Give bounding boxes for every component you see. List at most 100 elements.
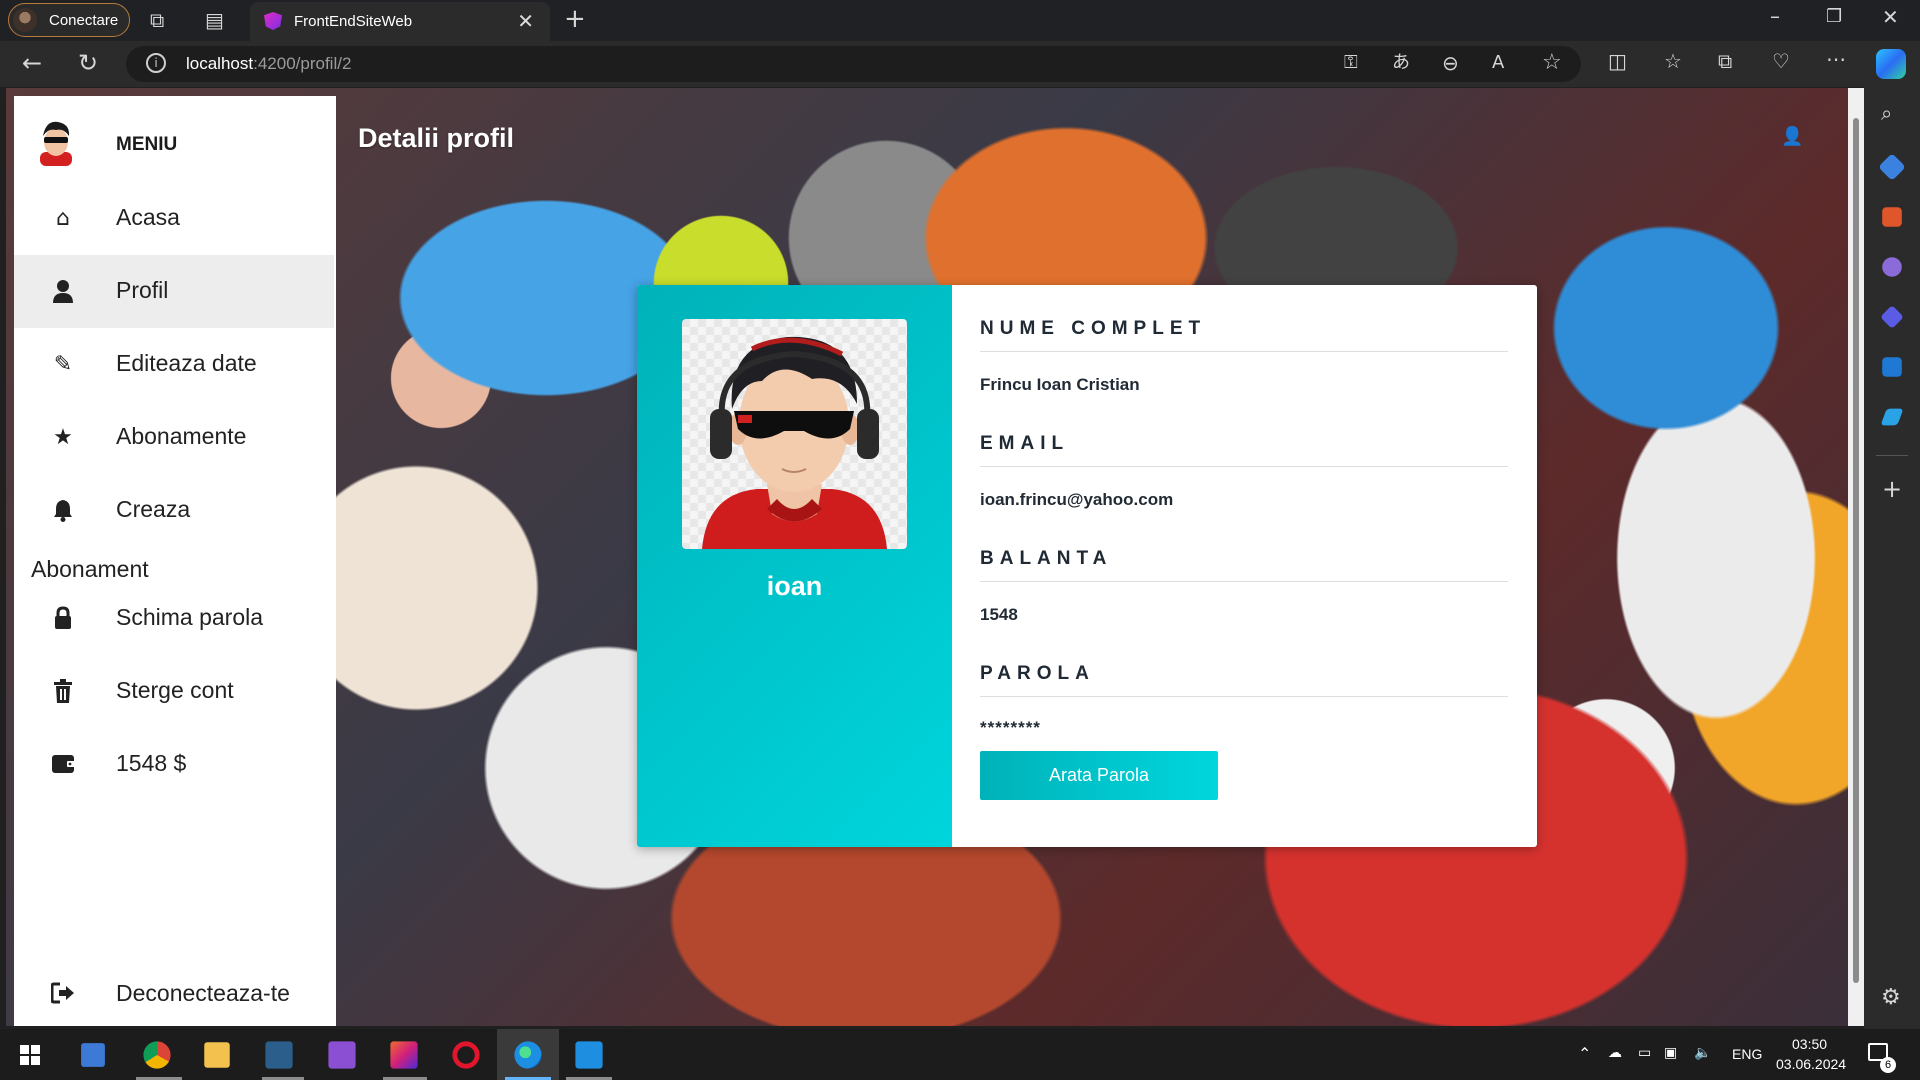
sidebar-item-abonamente[interactable]: ★ Abonamente bbox=[14, 401, 336, 474]
translate-icon[interactable]: あ bbox=[1392, 54, 1410, 72]
notifications-count-badge: 6 bbox=[1880, 1057, 1896, 1073]
split-screen-icon[interactable]: ◫ bbox=[1608, 51, 1627, 71]
logout-icon bbox=[50, 982, 76, 1008]
sidebar-item-sterge-cont[interactable]: Sterge cont bbox=[14, 655, 336, 728]
back-icon[interactable]: ← bbox=[22, 51, 42, 75]
pencil-icon: ✎ bbox=[53, 352, 73, 377]
windows-start-icon[interactable] bbox=[20, 1045, 40, 1065]
field-value-nume: Frincu Ioan Cristian bbox=[980, 375, 1140, 394]
url-text: localhost:4200/profil/2 bbox=[186, 54, 352, 73]
browser-essentials-icon[interactable]: ♡ bbox=[1772, 51, 1790, 71]
tray-battery-icon[interactable]: ▭ bbox=[1638, 1044, 1651, 1061]
user-icon bbox=[50, 279, 76, 305]
read-aloud-icon[interactable]: A bbox=[1492, 54, 1504, 72]
sidebar-item-profil[interactable]: Profil bbox=[14, 255, 334, 328]
taskbar-mysql-workbench-icon[interactable] bbox=[265, 1041, 293, 1069]
profile-avatar bbox=[13, 8, 37, 32]
outlook-icon[interactable] bbox=[1882, 357, 1902, 377]
scrollbar-thumb[interactable] bbox=[1853, 118, 1859, 983]
sidebar-item-label: Sterge cont bbox=[116, 677, 234, 703]
zoom-out-icon[interactable]: ⊖ bbox=[1442, 53, 1459, 73]
sidebar-item-deconecteaza[interactable]: Deconecteaza-te bbox=[14, 958, 336, 1026]
tray-time[interactable]: 03:50 bbox=[1792, 1036, 1827, 1052]
tools-icon[interactable] bbox=[1882, 207, 1902, 227]
microsoft365-icon[interactable] bbox=[1880, 305, 1904, 329]
reload-icon[interactable]: ↻ bbox=[78, 51, 98, 75]
send-icon[interactable] bbox=[1880, 408, 1904, 426]
restore-icon[interactable]: ❐ bbox=[1826, 8, 1842, 26]
browser-tab-bar: Conectare ⧉ ▤ FrontEndSiteWeb ✕ + – ❐ ✕ bbox=[0, 0, 1920, 41]
sidebar-item-label-wrap: Abonament bbox=[31, 556, 149, 582]
field-divider bbox=[980, 351, 1508, 352]
sidebar-item-label: Deconecteaza-te bbox=[116, 980, 290, 1006]
close-window-icon[interactable]: ✕ bbox=[1882, 7, 1899, 27]
site-info-icon[interactable]: i bbox=[146, 53, 166, 73]
close-tab-icon[interactable]: ✕ bbox=[517, 9, 534, 33]
taskbar-intellij-icon[interactable] bbox=[390, 1041, 418, 1069]
tray-language[interactable]: ENG bbox=[1732, 1046, 1762, 1062]
key-icon[interactable]: ⚿ bbox=[1344, 54, 1358, 72]
angular-logo-icon bbox=[264, 12, 282, 30]
sidebar-item-acasa[interactable]: ⌂ Acasa bbox=[14, 182, 336, 255]
lock-icon bbox=[50, 606, 76, 632]
sidebar-item-editeaza-date[interactable]: ✎ Editeaza date bbox=[14, 328, 336, 401]
app-sidebar: MENIU ⌂ Acasa Profil ✎ Editeaza date ★ A… bbox=[14, 96, 336, 1026]
vertical-tabs-icon[interactable]: ▤ bbox=[205, 10, 224, 30]
games-icon[interactable] bbox=[1882, 257, 1902, 277]
taskbar-vscode-icon[interactable] bbox=[575, 1041, 603, 1069]
user-settings-icon[interactable]: 👤 bbox=[1781, 126, 1805, 147]
page-viewport: 👤 MENIU ⌂ Acasa Profil ✎ Editeaza date ★… bbox=[6, 88, 1848, 1026]
collections-icon[interactable]: ⧉ bbox=[1718, 51, 1732, 71]
field-label-email: EMAIL bbox=[980, 433, 1070, 454]
tray-date[interactable]: 03.06.2024 bbox=[1776, 1056, 1846, 1072]
page-scrollbar[interactable] bbox=[1848, 88, 1864, 1026]
star-icon: ★ bbox=[53, 425, 73, 450]
taskbar-desktop-icon[interactable] bbox=[81, 1043, 105, 1067]
sidebar-item-label: Editeaza date bbox=[116, 350, 257, 376]
tray-network-icon[interactable]: ▣ bbox=[1664, 1044, 1677, 1061]
settings-gear-icon[interactable]: ⚙ bbox=[1881, 987, 1901, 1009]
taskbar-visual-studio-icon[interactable] bbox=[328, 1041, 356, 1069]
favorites-icon[interactable]: ☆ bbox=[1664, 51, 1682, 71]
url-field[interactable]: i localhost:4200/profil/2 ⚿ あ ⊖ A ☆ bbox=[126, 46, 1581, 82]
browser-address-bar: ← ↻ i localhost:4200/profil/2 ⚿ あ ⊖ A ☆ … bbox=[0, 41, 1920, 87]
field-label-parola: PAROLA bbox=[980, 663, 1095, 684]
page-title: Detalii profil bbox=[358, 123, 515, 153]
sidebar-item-schima-parola[interactable]: Schima parola bbox=[14, 582, 336, 655]
workspaces-icon[interactable]: ⧉ bbox=[150, 10, 164, 30]
browser-profile-button[interactable]: Conectare bbox=[8, 3, 130, 37]
field-value-balanta: 1548 bbox=[980, 605, 1018, 624]
sidebar-item-label: Acasa bbox=[116, 204, 180, 230]
taskbar-active-app[interactable] bbox=[497, 1029, 559, 1080]
more-options-icon[interactable]: ⋯ bbox=[1826, 49, 1846, 69]
sidebar-item-label: Schima parola bbox=[116, 604, 264, 630]
taskbar-file-explorer-icon[interactable] bbox=[204, 1042, 230, 1068]
profile-card: ioan NUME COMPLET Frincu Ioan Cristian E… bbox=[637, 285, 1537, 847]
taskbar-chrome-icon[interactable] bbox=[143, 1041, 171, 1069]
sidebar-item-creaza-abonament[interactable]: Creaza bbox=[14, 474, 336, 547]
taskbar-edge-icon[interactable] bbox=[514, 1041, 542, 1069]
home-icon: ⌂ bbox=[56, 206, 70, 231]
profile-card-side: ioan bbox=[637, 285, 952, 847]
show-password-button[interactable]: Arata Parola bbox=[980, 751, 1218, 800]
favorite-star-icon[interactable]: ☆ bbox=[1542, 52, 1562, 74]
tray-expand-icon[interactable]: ⌃ bbox=[1578, 1044, 1591, 1064]
taskbar-opera-icon[interactable] bbox=[452, 1041, 480, 1069]
search-icon[interactable]: ⌕ bbox=[1881, 103, 1892, 123]
profile-photo bbox=[682, 319, 907, 549]
shopping-tag-icon[interactable] bbox=[1878, 153, 1906, 181]
field-label-balanta: BALANTA bbox=[980, 548, 1113, 569]
sidebar-item-label: Profil bbox=[116, 277, 169, 303]
wallet-icon bbox=[50, 752, 76, 778]
sidebar-item-label: Abonamente bbox=[116, 423, 247, 449]
minimize-icon[interactable]: – bbox=[1770, 6, 1780, 26]
sidebar-avatar bbox=[40, 121, 72, 166]
new-tab-icon[interactable]: + bbox=[564, 6, 586, 32]
copilot-icon[interactable] bbox=[1876, 49, 1906, 79]
sidebar-item-balance[interactable]: 1548 $ bbox=[14, 728, 336, 801]
tray-onedrive-icon[interactable]: ☁ bbox=[1608, 1044, 1622, 1061]
tray-volume-icon[interactable]: 🔈 bbox=[1694, 1044, 1711, 1061]
add-icon[interactable]: + bbox=[1882, 477, 1902, 501]
field-divider bbox=[980, 466, 1508, 467]
tab-frontendsiteweb[interactable]: FrontEndSiteWeb ✕ bbox=[250, 2, 550, 41]
